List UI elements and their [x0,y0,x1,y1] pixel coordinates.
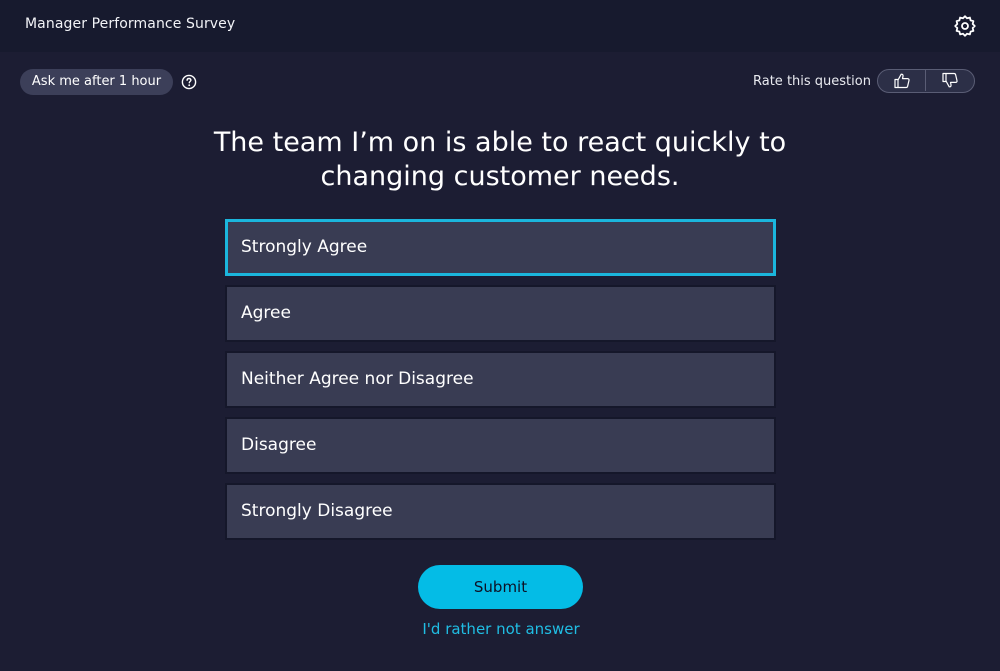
question-text: The team I’m on is able to react quickly… [213,127,787,192]
thumbs-up-icon [893,73,910,89]
rate-question-group [877,69,975,93]
submit-button[interactable]: Submit [418,565,583,609]
option-label: Disagree [241,435,317,455]
answer-options: Strongly Agree Agree Neither Agree nor D… [225,219,776,549]
gear-icon [954,15,976,37]
option-neither[interactable]: Neither Agree nor Disagree [225,351,776,408]
top-bar: Manager Performance Survey [0,0,1000,52]
thumbs-down-button[interactable] [926,70,974,91]
ask-later-button[interactable]: Ask me after 1 hour [20,69,173,95]
skip-question-link[interactable]: I'd rather not answer [400,620,602,638]
rate-question-label: Rate this question [753,74,871,89]
question-circle-icon [181,74,197,90]
app-title: Manager Performance Survey [25,16,236,32]
thumbs-up-button[interactable] [878,70,926,91]
thumbs-down-icon [942,72,958,88]
option-agree[interactable]: Agree [225,285,776,342]
option-strongly-agree[interactable]: Strongly Agree [225,219,776,276]
help-button[interactable] [181,74,197,90]
option-disagree[interactable]: Disagree [225,417,776,474]
option-label: Strongly Agree [241,237,368,257]
option-strongly-disagree[interactable]: Strongly Disagree [225,483,776,540]
option-label: Neither Agree nor Disagree [241,369,474,389]
option-label: Agree [241,303,291,323]
option-label: Strongly Disagree [241,501,393,521]
settings-button[interactable] [953,14,977,38]
